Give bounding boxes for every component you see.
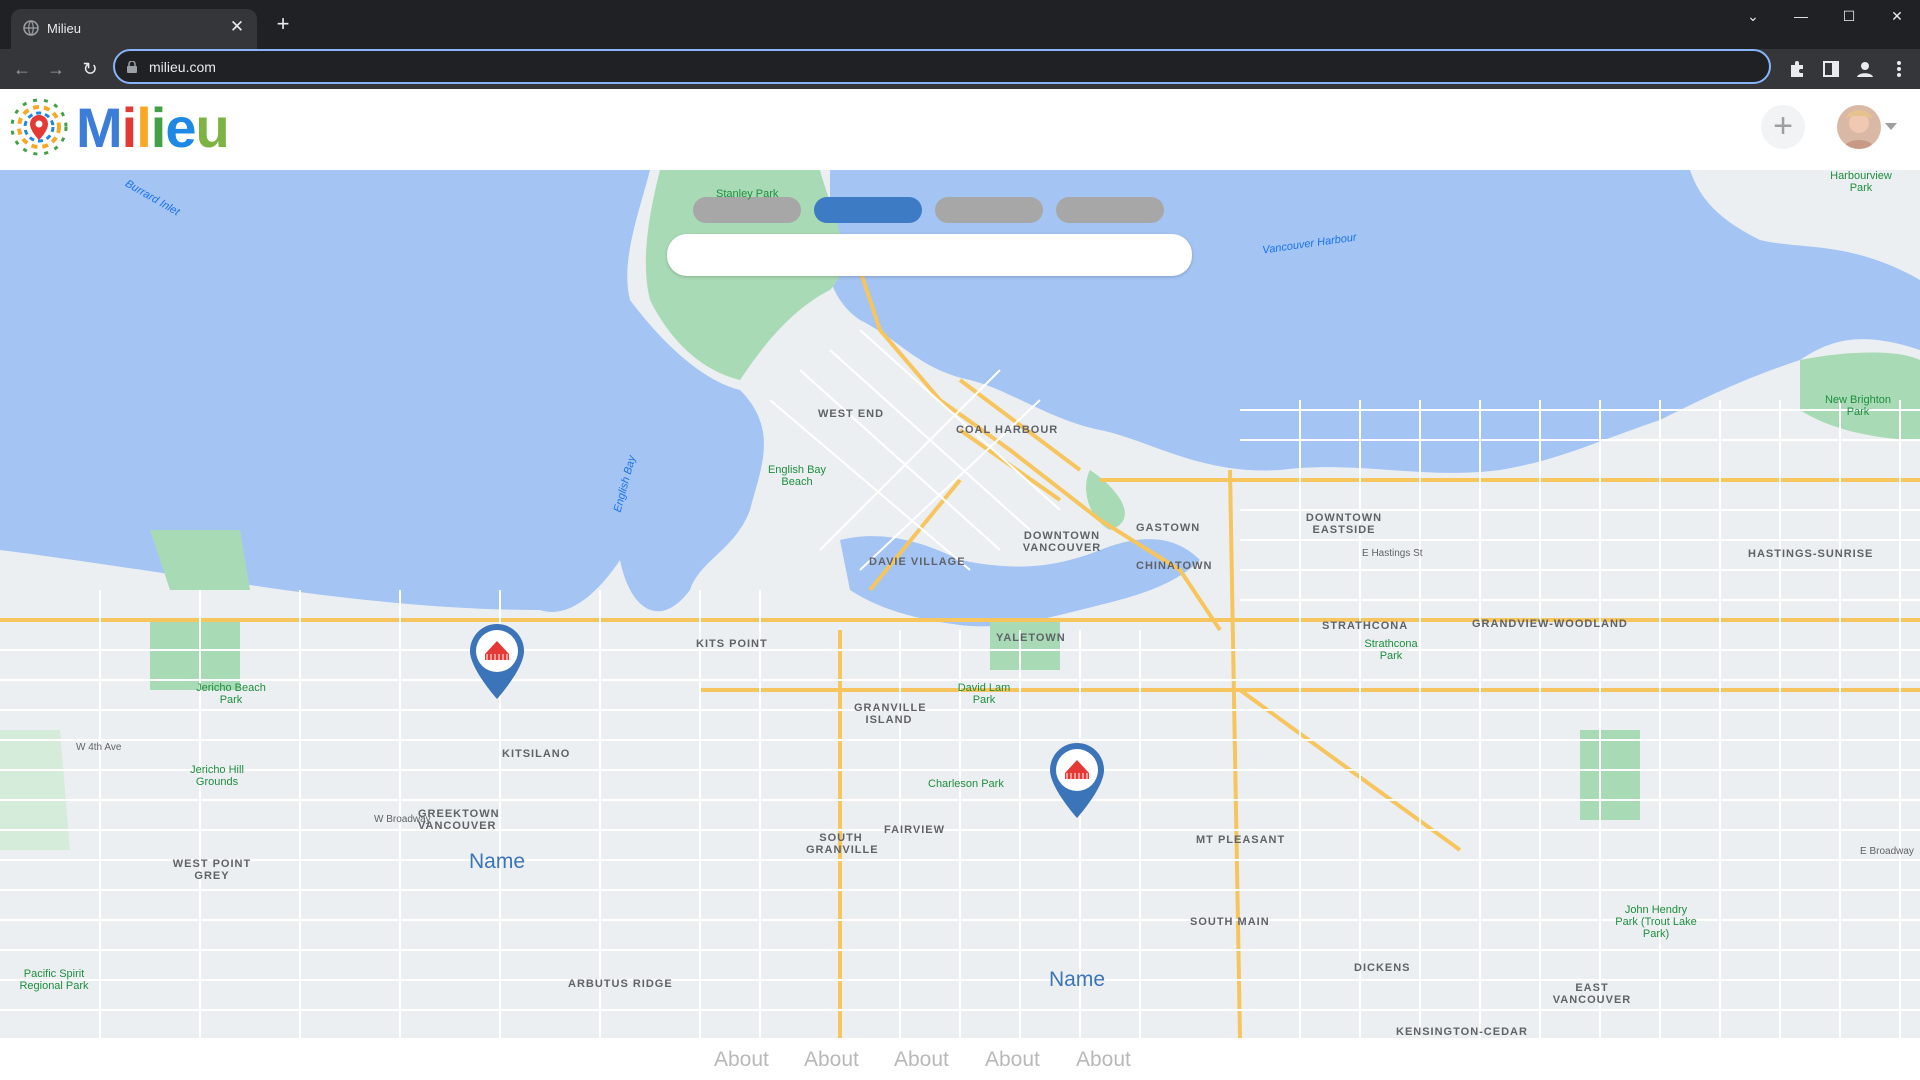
map-label-arbutus-ridge: ARBUTUS RIDGE <box>568 978 673 990</box>
tab-close-icon[interactable]: ✕ <box>227 17 247 37</box>
lock-icon <box>127 61 137 73</box>
milieu-logo-icon[interactable] <box>10 98 68 156</box>
map-label-w-broadway: W Broadway <box>374 814 431 825</box>
tab-filter-4[interactable] <box>1056 197 1164 223</box>
map-label-west-point-grey: WEST POINT GREY <box>172 858 252 882</box>
search-input[interactable] <box>667 234 1192 276</box>
address-bar[interactable]: milieu.com <box>113 49 1771 84</box>
map-label-hastings-sunrise: HASTINGS-SUNRISE <box>1748 548 1874 560</box>
map-label-w-4th: W 4th Ave <box>76 742 122 753</box>
map-label-grandview-woodland: GRANDVIEW-WOODLAND <box>1472 618 1628 630</box>
map-label-strathcona-park: Strathcona Park <box>1364 638 1418 662</box>
globe-icon <box>23 20 39 36</box>
browser-tab[interactable]: Milieu ✕ <box>11 9 257 49</box>
tab-filter-1[interactable] <box>693 197 801 223</box>
footer-link-about[interactable]: About <box>804 1048 859 1072</box>
map-label-e-hastings: E Hastings St <box>1362 548 1423 559</box>
map-pin-marker-1[interactable] <box>467 622 527 702</box>
footer: About About About About About <box>0 1038 1920 1080</box>
tab-search-icon[interactable]: ⌄ <box>1742 8 1764 26</box>
footer-link-about[interactable]: About <box>1076 1048 1131 1072</box>
url-text: milieu.com <box>149 59 216 75</box>
tab-filter-3[interactable] <box>935 197 1043 223</box>
back-icon[interactable]: ← <box>10 57 34 81</box>
map-label-west-end: WEST END <box>818 408 885 420</box>
map-label-davie-village: DAVIE VILLAGE <box>869 556 966 568</box>
map-label-east-vancouver: EAST VANCOUVER <box>1552 982 1632 1006</box>
map-label-stanley-park: Stanley Park <box>716 188 779 200</box>
map-label-chinatown: CHINATOWN <box>1136 560 1213 572</box>
maximize-icon[interactable]: ☐ <box>1838 8 1860 26</box>
map-label-south-main: SOUTH MAIN <box>1190 916 1270 928</box>
footer-link-about[interactable]: About <box>894 1048 949 1072</box>
avatar[interactable] <box>1837 105 1881 149</box>
add-button[interactable]: + <box>1761 105 1805 149</box>
browser-titlebar: Milieu ✕ + ⌄ — ☐ ✕ <box>0 0 1920 49</box>
map-label-kensington-cedar: KENSINGTON-CEDAR <box>1396 1026 1528 1038</box>
window-close-icon[interactable]: ✕ <box>1886 8 1908 26</box>
new-tab-button[interactable]: + <box>272 13 294 35</box>
pin-name-label[interactable]: Name <box>447 850 547 874</box>
browser-toolbar: ← → ↻ milieu.com <box>0 49 1920 89</box>
map-label-fairview: FAIRVIEW <box>884 824 945 836</box>
map-label-kitsilano: KITSILANO <box>502 748 571 760</box>
map-label-mt-pleasant: MT PLEASANT <box>1196 834 1286 846</box>
map-label-coal-harbour: COAL HARBOUR <box>956 424 1059 436</box>
map-label-pacific-spirit: Pacific Spirit Regional Park <box>19 968 89 992</box>
map-label-john-hendry-park: John Hendry Park (Trout Lake Park) <box>1615 904 1697 940</box>
map-label-kits-point: KITS POINT <box>696 638 768 650</box>
map-pin-marker-2[interactable] <box>1047 741 1107 821</box>
map-label-strathcona: STRATHCONA <box>1322 620 1409 632</box>
profile-icon[interactable] <box>1853 57 1877 81</box>
tab-filter-2-active[interactable] <box>814 197 922 223</box>
map-label-new-brighton-park: New Brighton Park <box>1824 394 1892 418</box>
map-label-english-bay-beach: English Bay Beach <box>767 464 827 488</box>
map-label-granville-island: GRANVILLE ISLAND <box>854 702 927 726</box>
minimize-icon[interactable]: — <box>1790 8 1812 26</box>
extensions-icon[interactable] <box>1785 57 1809 81</box>
footer-link-about[interactable]: About <box>714 1048 769 1072</box>
footer-link-about[interactable]: About <box>985 1048 1040 1072</box>
map-label-jericho-beach-park: Jericho Beach Park <box>196 682 266 706</box>
map-view[interactable]: Burrard Inlet Stanley Park Harbourview P… <box>0 170 1920 1038</box>
map-label-downtown-eastside: DOWNTOWN EASTSIDE <box>1305 512 1383 536</box>
menu-icon[interactable] <box>1887 57 1911 81</box>
reload-icon[interactable]: ↻ <box>78 57 102 81</box>
map-label-greektown: GREEKTOWN VANCOUVER <box>418 808 500 832</box>
map-label-yaletown: YALETOWN <box>996 632 1066 644</box>
map-label-gastown: GASTOWN <box>1136 522 1201 534</box>
map-label-dickens: DICKENS <box>1354 962 1411 974</box>
tab-title: Milieu <box>47 21 81 36</box>
chevron-down-icon[interactable] <box>1885 123 1897 130</box>
map-label-south-granville: SOUTH GRANVILLE <box>806 832 879 856</box>
map-label-charleson-park: Charleson Park <box>928 778 1004 790</box>
pin-name-label[interactable]: Name <box>1027 968 1127 992</box>
map-label-jericho-hill-grounds: Jericho Hill Grounds <box>190 764 244 788</box>
map-label-harbourview-park: Harbourview Park <box>1830 170 1892 194</box>
app-header: Milieu + <box>0 89 1920 170</box>
map-label-e-broadway: E Broadway <box>1860 846 1914 857</box>
map-label-downtown-vancouver: DOWNTOWN VANCOUVER <box>1022 530 1102 554</box>
side-panel-icon[interactable] <box>1819 57 1843 81</box>
map-label-david-lam-park: David Lam Park <box>957 682 1011 706</box>
forward-icon[interactable]: → <box>44 57 68 81</box>
logo-text[interactable]: Milieu <box>76 95 230 160</box>
